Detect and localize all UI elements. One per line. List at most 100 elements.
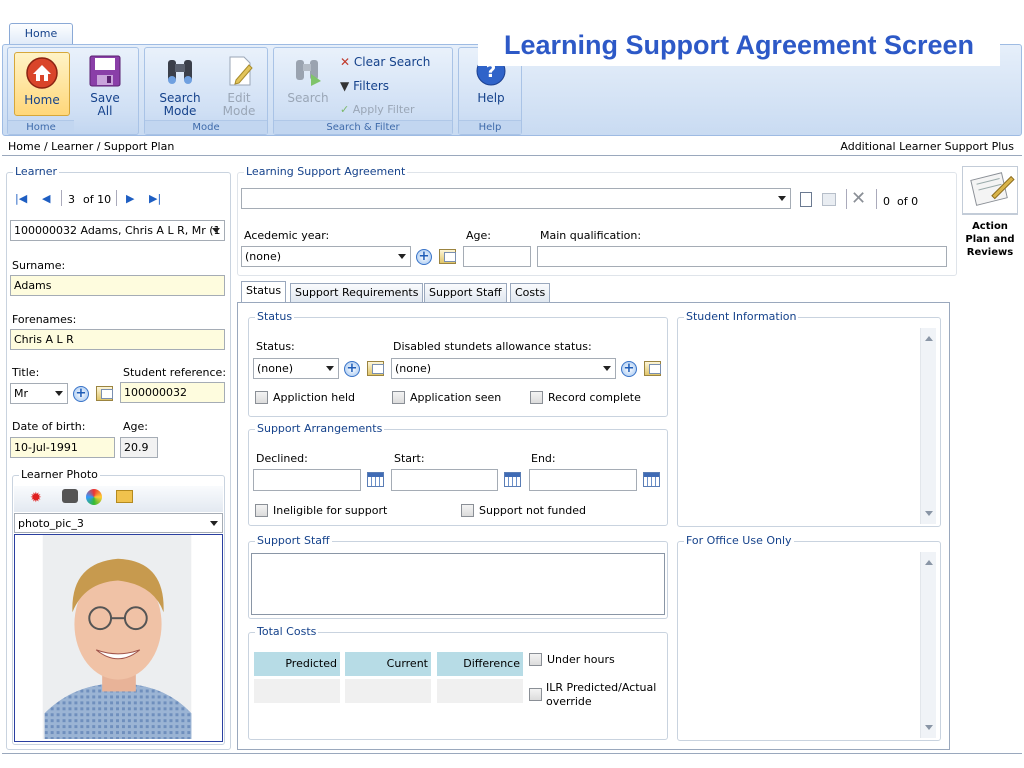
nav-separator	[61, 190, 62, 206]
edit-academic-year-icon[interactable]	[439, 249, 456, 264]
image-icon[interactable]	[86, 489, 102, 505]
dsa-select[interactable]: (none)	[391, 358, 616, 379]
home-button-label: Home	[24, 93, 60, 107]
not-funded-checkbox[interactable]	[461, 504, 474, 517]
learner-portrait	[42, 535, 192, 740]
apply-filter-label: Apply Filter	[352, 103, 415, 116]
apply-filter-button[interactable]: ✓ Apply Filter	[340, 102, 415, 118]
learner-photo	[14, 534, 223, 742]
status-select[interactable]: (none)	[253, 358, 339, 379]
clear-search-label: Clear Search	[353, 55, 431, 69]
first-record-icon[interactable]: |◀	[15, 192, 27, 205]
agreement-age-field[interactable]	[463, 246, 531, 267]
search-button[interactable]: Search	[280, 54, 336, 105]
end-calendar-icon[interactable]	[643, 472, 660, 487]
add-title-icon[interactable]: +	[73, 386, 89, 402]
tab-support-requirements[interactable]: Support Requirements	[290, 283, 424, 303]
search-mode-button[interactable]: Search Mode	[151, 54, 209, 118]
apply-filter-icon: ✓	[340, 103, 350, 116]
learner-select[interactable]: 100000032 Adams, Chris A L R, Mr (1	[10, 220, 225, 241]
delete-icon[interactable]: ✕	[851, 188, 866, 209]
edit-status-icon[interactable]	[367, 361, 384, 376]
dob-label: Date of birth:	[12, 420, 86, 433]
forenames-label: Forenames:	[12, 313, 77, 326]
edit-mode-label-2: Mode	[222, 104, 256, 118]
prev-record-icon[interactable]: ◀	[42, 192, 50, 205]
tab-costs[interactable]: Costs	[510, 283, 551, 303]
support-staff-list[interactable]	[251, 553, 665, 615]
save-icon	[89, 55, 121, 87]
age-field: 20.9	[120, 437, 158, 458]
document-edit-icon	[229, 56, 253, 86]
difference-header: Difference	[437, 652, 523, 676]
add-status-icon[interactable]: +	[344, 361, 360, 377]
application-held-label: Appliction held	[273, 391, 355, 404]
search-mode-label-2: Mode	[163, 104, 197, 118]
ilr-override-checkbox[interactable]	[529, 688, 542, 701]
tab-support-staff[interactable]: Support Staff	[424, 283, 507, 303]
ineligible-checkbox[interactable]	[255, 504, 268, 517]
chevron-down-icon	[212, 228, 220, 233]
scroll-up-icon[interactable]	[925, 336, 933, 341]
start-calendar-icon[interactable]	[504, 472, 521, 487]
learner-legend: Learner	[13, 165, 60, 179]
camera-icon[interactable]	[62, 489, 78, 503]
declined-calendar-icon[interactable]	[367, 472, 384, 487]
title-select[interactable]: Mr	[10, 383, 68, 404]
next-record-icon[interactable]: ▶	[126, 192, 134, 205]
main-qualification-field[interactable]	[537, 246, 947, 267]
declined-label: Declined:	[256, 452, 308, 465]
copy-document-icon[interactable]	[822, 193, 836, 206]
edit-title-icon[interactable]	[96, 386, 113, 401]
action-plan-button[interactable]	[962, 166, 1018, 214]
scroll-down-icon[interactable]	[925, 511, 933, 516]
ilr-override-label-2: override	[546, 695, 592, 708]
student-information-textarea[interactable]	[679, 328, 939, 524]
scroll-down-icon[interactable]	[925, 725, 933, 730]
home-button[interactable]: Home	[14, 52, 70, 116]
photo-select[interactable]: photo_pic_3	[14, 513, 223, 533]
dob-field[interactable]: 10-Jul-1991	[10, 437, 115, 458]
edit-mode-button[interactable]: Edit Mode	[215, 54, 263, 118]
record-complete-checkbox[interactable]	[530, 391, 543, 404]
nav-separator-2	[116, 190, 117, 206]
title-label: Title:	[12, 366, 40, 379]
clear-photo-icon[interactable]: ✹	[30, 490, 42, 506]
record-total: of 0	[897, 195, 919, 208]
forenames-field[interactable]: Chris A L R	[10, 329, 225, 350]
office-use-textarea[interactable]	[679, 552, 939, 738]
edit-dsa-icon[interactable]	[644, 361, 661, 376]
last-record-icon[interactable]: ▶|	[149, 192, 161, 205]
student-information-scrollbar[interactable]	[920, 328, 936, 524]
office-use-scrollbar[interactable]	[920, 552, 936, 738]
add-academic-year-icon[interactable]: +	[416, 249, 432, 265]
application-held-checkbox[interactable]	[255, 391, 268, 404]
declined-date-field[interactable]	[253, 469, 361, 491]
surname-field[interactable]: Adams	[10, 275, 225, 296]
save-all-button[interactable]: Save All	[78, 54, 132, 118]
ribbon-tab-home[interactable]: Home	[9, 23, 73, 45]
under-hours-checkbox[interactable]	[529, 653, 542, 666]
nav-position: 3	[68, 193, 75, 206]
academic-year-label: Acedemic year:	[244, 229, 330, 242]
new-document-icon[interactable]	[800, 192, 812, 207]
start-date-field[interactable]	[391, 469, 498, 491]
office-use-legend: For Office Use Only	[684, 534, 794, 548]
folder-open-icon[interactable]	[116, 490, 133, 503]
academic-year-select[interactable]: (none)	[241, 246, 411, 267]
chevron-down-icon	[326, 366, 334, 371]
group-label-search-filter: Search & Filter	[274, 120, 452, 134]
side-divider	[962, 214, 1018, 215]
tab-status[interactable]: Status	[241, 281, 287, 302]
action-plan-label-2: Plan and	[965, 234, 1015, 245]
not-funded-label: Support not funded	[479, 504, 587, 517]
agreement-select[interactable]	[241, 188, 791, 209]
application-seen-checkbox[interactable]	[392, 391, 405, 404]
end-date-field[interactable]	[529, 469, 637, 491]
filters-button[interactable]: ▼ Filters	[340, 78, 389, 94]
add-dsa-icon[interactable]: +	[621, 361, 637, 377]
clear-search-button[interactable]: ✕ Clear Search	[340, 54, 430, 70]
record-position: 0	[883, 195, 890, 208]
student-ref-field[interactable]: 100000032	[120, 382, 225, 403]
scroll-up-icon[interactable]	[925, 560, 933, 565]
